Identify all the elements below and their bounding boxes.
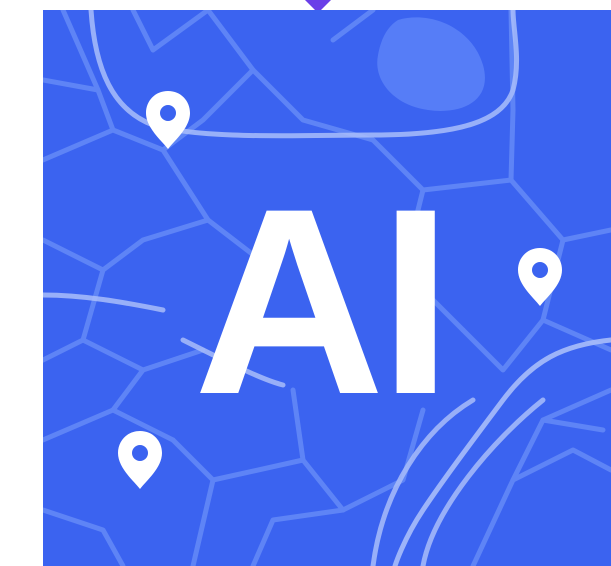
map-ai-logo: AI: [43, 10, 611, 566]
app-logo-image: AI: [0, 0, 611, 566]
logo-text: AI: [194, 154, 447, 450]
map-background: AI: [43, 10, 611, 566]
